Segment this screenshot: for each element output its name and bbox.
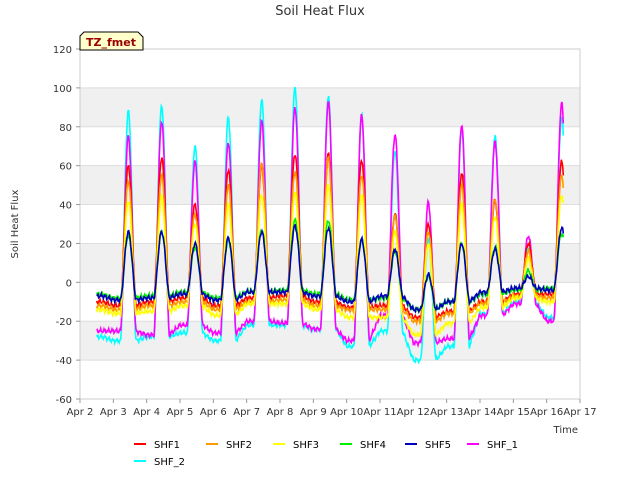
soil-heat-flux-chart: -60 -40 -20 0 20 40 60 80 100 120 Apr 2 Apr 3 Apr 4… bbox=[0, 0, 640, 480]
y-tick-label: 120 bbox=[53, 45, 72, 56]
legend-label: SHF4 bbox=[360, 440, 386, 451]
x-tick-label: Apr 7 bbox=[233, 407, 260, 418]
y-axis-title: Soil Heat Flux bbox=[10, 189, 21, 258]
y-tick-label: -20 bbox=[56, 317, 72, 328]
y-tick-label: 100 bbox=[53, 84, 72, 95]
x-tick-label: Apr 8 bbox=[267, 407, 294, 418]
x-tick-label: Apr 3 bbox=[100, 407, 127, 418]
legend-label: SHF_2 bbox=[154, 457, 185, 468]
x-axis-title: Time bbox=[553, 425, 578, 436]
x-tick-label: Apr 14 bbox=[463, 407, 496, 418]
x-tick-label: Apr 15 bbox=[497, 407, 530, 418]
x-tick-label: Apr 17 bbox=[563, 407, 596, 418]
y-tick-label: 40 bbox=[59, 201, 72, 212]
x-tick-label: Apr 9 bbox=[300, 407, 327, 418]
legend-label: SHF_1 bbox=[487, 440, 518, 451]
y-tick-label: 0 bbox=[66, 278, 72, 289]
x-tick-label: Apr 5 bbox=[167, 407, 194, 418]
y-tick-label: 20 bbox=[59, 239, 72, 250]
x-tick-label: Apr 6 bbox=[200, 407, 227, 418]
station-badge: TZ_fmet bbox=[79, 31, 144, 51]
x-tick-label: Apr 12 bbox=[397, 407, 430, 418]
y-tick-label: -60 bbox=[56, 395, 72, 406]
legend-label: SHF2 bbox=[226, 440, 252, 451]
station-badge-label: TZ_fmet bbox=[86, 36, 136, 49]
chart-title: Soil Heat Flux bbox=[275, 4, 365, 19]
y-tick-label: 80 bbox=[59, 123, 72, 134]
x-tick-label: Apr 4 bbox=[133, 407, 160, 418]
legend-label: SHF1 bbox=[154, 440, 180, 451]
legend-label: SHF3 bbox=[293, 440, 319, 451]
y-tick-label: -40 bbox=[56, 356, 72, 367]
x-tick-label: Apr 11 bbox=[363, 407, 396, 418]
x-tick-label: Apr 16 bbox=[530, 407, 563, 418]
y-tick-label: 60 bbox=[59, 162, 72, 173]
x-tick-label: Apr 2 bbox=[67, 407, 94, 418]
x-tick-label: Apr 13 bbox=[430, 407, 463, 418]
x-tick-label: Apr 10 bbox=[330, 407, 363, 418]
legend-label: SHF5 bbox=[425, 440, 451, 451]
